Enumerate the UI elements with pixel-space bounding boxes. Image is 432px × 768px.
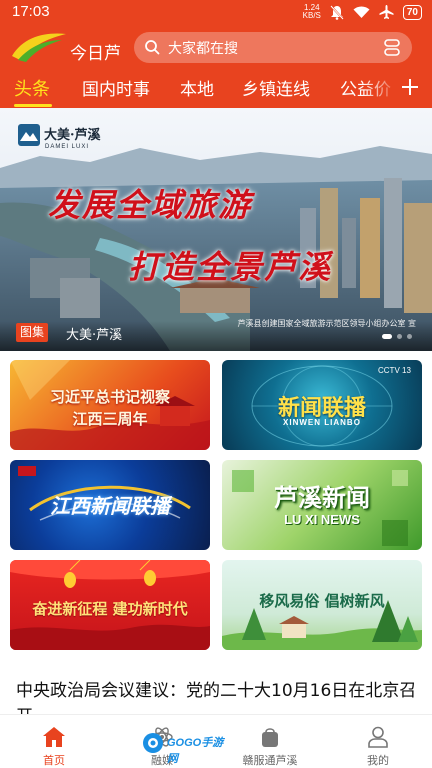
plus-icon (402, 79, 418, 95)
nav-mine[interactable]: 我的 (324, 715, 432, 768)
network-speed: 1.24 KB/S (303, 4, 321, 20)
card-new-journey[interactable]: 奋进新征程 建功新时代 (10, 560, 210, 650)
search-placeholder: 大家都在搜 (168, 41, 238, 57)
airplane-icon (379, 5, 394, 19)
nav-home[interactable]: 首页 (0, 715, 108, 768)
battery-indicator: 70 (402, 4, 422, 20)
channel-tabs: 头条 国内时事 本地 乡镇连线 公益价 (0, 68, 432, 108)
card-fjxzc-title: 奋进新征程 建功新时代 (32, 600, 188, 618)
banner-logo-sub: DAMEI LUXI (45, 144, 90, 150)
carousel-dot[interactable] (407, 334, 412, 339)
watermark-text: GOGO手游网 (167, 737, 224, 765)
home-icon (43, 727, 65, 747)
card-lxxw-title: 芦溪新闻 (274, 483, 370, 512)
card-jxxw-title: 江西新闻联播 (50, 494, 170, 518)
leaf-logo-icon (12, 33, 66, 62)
search-icon (145, 40, 160, 55)
add-channel-button[interactable] (398, 72, 422, 102)
tab-fade (362, 68, 402, 108)
banner-headline-1: 发展全域旅游 (48, 186, 253, 224)
nav-home-label: 首页 (43, 754, 65, 767)
tab-township[interactable]: 乡镇连线 (242, 75, 310, 100)
nav-ganfutong[interactable]: 赣服通芦溪 (216, 715, 324, 768)
card-jiangxi-news[interactable]: 江西新闻联播 (10, 460, 210, 550)
card-xi-line1: 习近平总书记视察 (49, 388, 170, 406)
damei-luxi-logo: 大美·芦溪 DAMEI LUXI (18, 122, 114, 158)
nav-ganfutong-label: 赣服通芦溪 (242, 754, 298, 767)
banner-logo-text: 大美·芦溪 (44, 128, 101, 143)
gallery-tag: 图集 (16, 323, 49, 342)
bag-icon (262, 728, 278, 747)
gogo-logo-icon (143, 733, 163, 753)
status-time: 17:03 (12, 3, 50, 20)
banner-credit: 芦溪县创建国家全域旅游示范区领导小组办公室 宣 (237, 319, 416, 328)
tab-toutiao[interactable]: 头条 (14, 75, 50, 101)
scan-menu-icon[interactable] (384, 39, 400, 56)
banner-title: 大美·芦溪 (66, 328, 123, 343)
tab-domestic-news[interactable]: 国内时事 (82, 75, 150, 100)
banner-headline-2: 打造全景芦溪 (128, 248, 333, 286)
cctv-badge: CCTV 13 (378, 366, 411, 375)
card-luxi-news[interactable]: 芦溪新闻 LU XI NEWS (222, 460, 422, 550)
carousel-dot[interactable] (382, 334, 392, 339)
card-xinwen-lianbo[interactable]: CCTV 13 新闻联播 XINWEN LIANBO (222, 360, 422, 450)
card-new-customs[interactable]: 移风易俗 倡树新风 (222, 560, 422, 650)
status-bar: 17:03 1.24 KB/S 70 (0, 0, 432, 26)
user-icon (368, 726, 388, 748)
active-tab-indicator (14, 104, 52, 107)
search-bar[interactable]: 大家都在搜 (134, 32, 412, 63)
network-speed-unit: KB/S (302, 11, 321, 20)
carousel-dot[interactable] (397, 334, 402, 339)
carousel-dots (382, 334, 412, 339)
app-header: 今日芦溪 大家都在搜 (0, 26, 432, 89)
card-xi-visit[interactable]: 习近平总书记视察 江西三周年 (10, 360, 210, 450)
wifi-icon (353, 6, 370, 18)
card-xwlb-sub: XINWEN LIANBO (283, 418, 361, 427)
card-yfys-title: 移风易俗 倡树新风 (259, 592, 385, 610)
app-logo: 今日芦溪 (10, 30, 130, 89)
gogo-watermark: GOGO手游网 (141, 731, 227, 765)
card-xi-line2: 江西三周年 (72, 410, 148, 428)
card-lxxw-sub: LU XI NEWS (284, 512, 360, 527)
mountain-logo-icon (18, 124, 40, 146)
nav-mine-label: 我的 (367, 754, 389, 767)
tab-local[interactable]: 本地 (180, 75, 214, 100)
mute-bell-icon (330, 4, 344, 20)
carousel-banner[interactable]: 大美·芦溪 DAMEI LUXI 发展全域旅游 打造全景芦溪 芦溪县创建国家全域… (0, 108, 432, 351)
